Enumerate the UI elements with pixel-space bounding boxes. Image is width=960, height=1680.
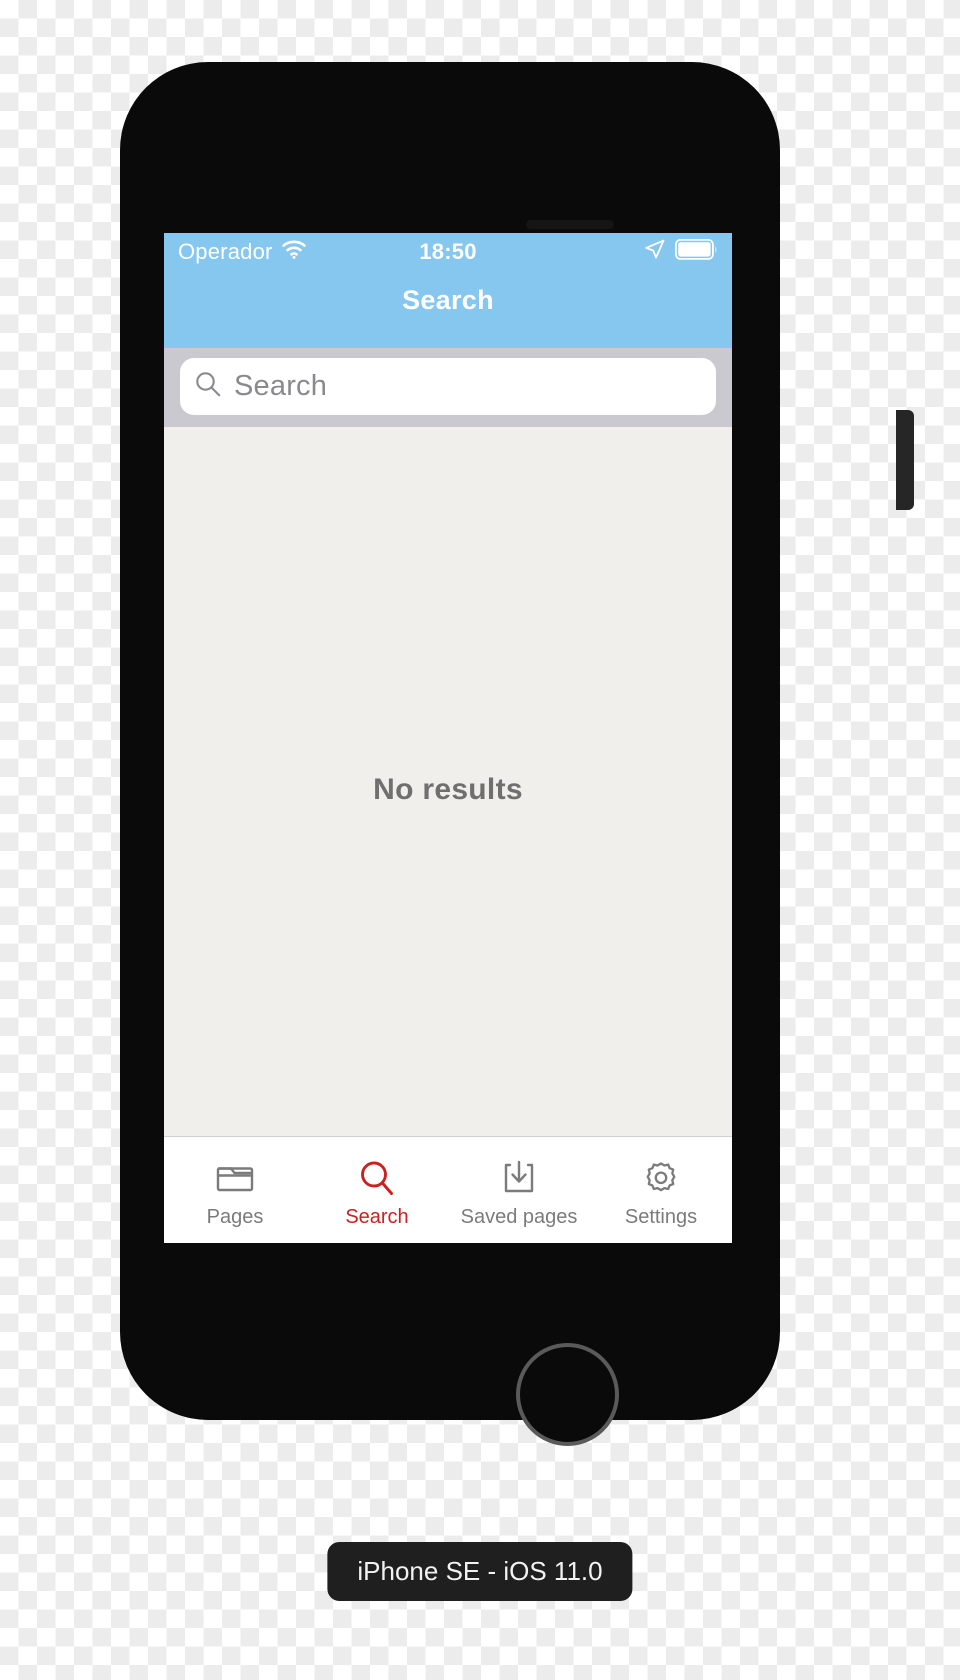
tab-label-search: Search	[345, 1205, 409, 1228]
status-bar-left: Operador	[178, 239, 306, 265]
search-icon	[194, 370, 222, 403]
empty-state-message: No results	[373, 773, 523, 806]
search-icon	[355, 1156, 399, 1200]
power-button[interactable]	[896, 410, 914, 510]
tab-label-saved-pages: Saved pages	[460, 1205, 578, 1228]
wifi-icon	[281, 239, 306, 265]
tab-search[interactable]: Search	[306, 1137, 448, 1243]
phone-screen: Operador 18:50 Search Search No results …	[164, 233, 732, 1243]
status-bar: Operador 18:50	[164, 233, 732, 271]
carrier-label: Operador	[178, 239, 273, 264]
battery-icon	[674, 238, 718, 266]
status-bar-right	[644, 238, 718, 266]
device-label-badge: iPhone SE - iOS 11.0	[327, 1542, 633, 1601]
navigation-bar: Search	[164, 271, 732, 348]
home-button[interactable]	[516, 1343, 619, 1446]
page-title: Search	[402, 285, 494, 315]
tab-bar: Pages Search Saved pages Settings	[164, 1136, 732, 1243]
search-placeholder: Search	[234, 370, 328, 402]
earpiece-speaker	[526, 220, 614, 229]
search-input[interactable]: Search	[180, 358, 716, 415]
location-arrow-icon	[644, 239, 665, 266]
search-bar-container: Search	[164, 348, 732, 427]
tab-settings[interactable]: Settings	[590, 1137, 732, 1243]
tab-saved-pages[interactable]: Saved pages	[448, 1137, 590, 1243]
search-results-area: No results	[164, 427, 732, 1153]
tab-label-settings: Settings	[624, 1205, 698, 1228]
folder-icon	[213, 1156, 257, 1200]
download-icon	[497, 1156, 541, 1200]
gear-icon	[639, 1156, 683, 1200]
tab-label-pages: Pages	[206, 1205, 264, 1228]
tab-pages[interactable]: Pages	[164, 1137, 306, 1243]
